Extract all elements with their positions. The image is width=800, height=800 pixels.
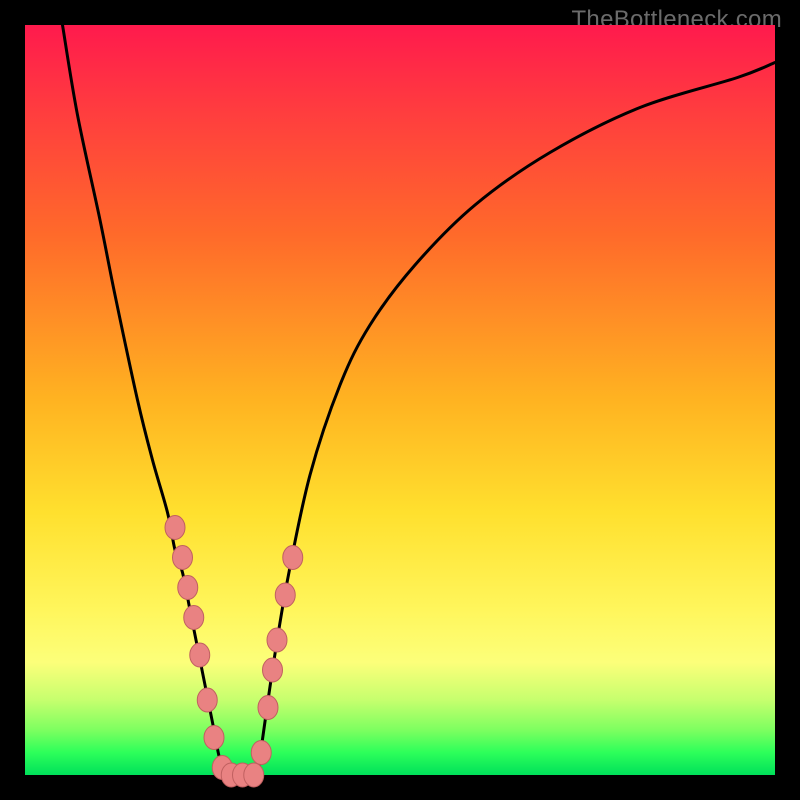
curve-marker [184, 606, 204, 630]
curve-marker [204, 726, 224, 750]
plot-area [25, 25, 775, 775]
curve-marker [251, 741, 271, 765]
curve-marker [275, 583, 295, 607]
bottleneck-curve [63, 25, 776, 783]
curve-marker [190, 643, 210, 667]
curve-marker [178, 576, 198, 600]
curve-marker [244, 763, 264, 787]
curve-marker [283, 546, 303, 570]
curve-marker [263, 658, 283, 682]
chart-stage: TheBottleneck.com [0, 0, 800, 800]
curve-marker [173, 546, 193, 570]
curve-marker [165, 516, 185, 540]
curve-marker [197, 688, 217, 712]
marker-group [165, 516, 303, 788]
curve-marker [267, 628, 287, 652]
curve-marker [258, 696, 278, 720]
curve-layer [25, 25, 775, 775]
